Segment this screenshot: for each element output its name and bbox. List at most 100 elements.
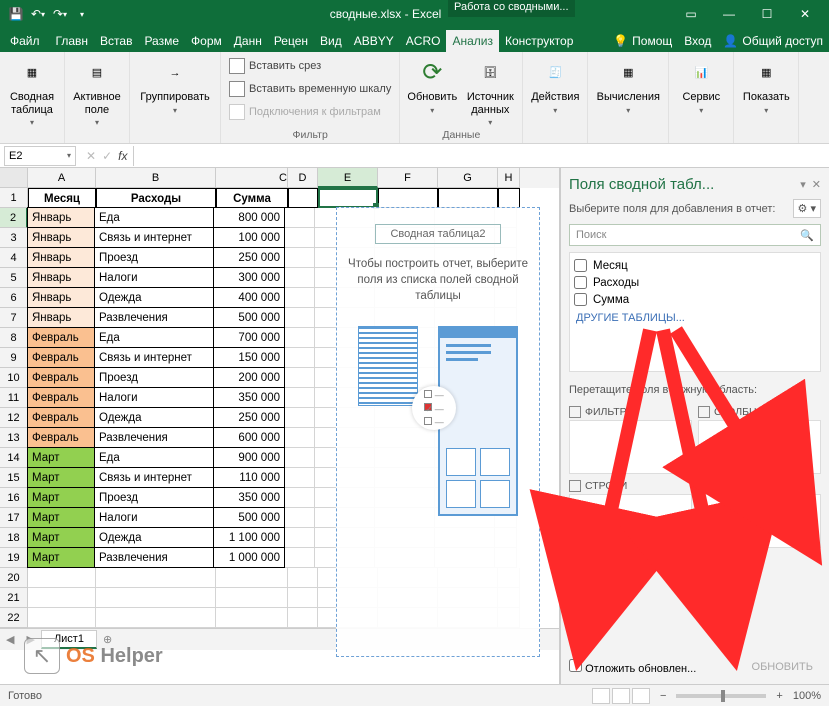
cell[interactable]: [285, 448, 315, 468]
cell-amount[interactable]: 1 000 000: [213, 547, 285, 568]
row-head[interactable]: 5: [0, 268, 28, 288]
row-head[interactable]: 4: [0, 248, 28, 268]
cell-amount[interactable]: 100 000: [213, 227, 285, 248]
row-head[interactable]: 8: [0, 328, 28, 348]
row-head[interactable]: 14: [0, 448, 28, 468]
cell[interactable]: [438, 188, 498, 208]
pivot-table-button[interactable]: ▦Сводная таблица▾: [6, 55, 58, 141]
cell-expense[interactable]: Развлечения: [94, 427, 214, 448]
cancel-formula-icon[interactable]: ✕: [86, 149, 96, 163]
worksheet-area[interactable]: A B C D E F G H 1МесяцРасходыСумма2Январ…: [0, 168, 560, 684]
col-head-e[interactable]: E: [318, 168, 378, 188]
tab-layout[interactable]: Разме: [138, 30, 185, 52]
actions-button[interactable]: 🧾Действия▾: [529, 55, 581, 141]
tab-login[interactable]: Вход: [678, 30, 717, 52]
cell-expense[interactable]: Проезд: [94, 487, 214, 508]
save-icon[interactable]: 💾: [6, 4, 26, 24]
cell[interactable]: [285, 348, 315, 368]
row-head[interactable]: 16: [0, 488, 28, 508]
cell-month[interactable]: Январь: [27, 287, 95, 308]
cell[interactable]: [288, 608, 318, 628]
qat-customize-icon[interactable]: ▾: [72, 4, 92, 24]
tools-button[interactable]: 📊Сервис▾: [675, 55, 727, 141]
cell-month[interactable]: Январь: [27, 227, 95, 248]
cell[interactable]: [288, 188, 318, 208]
zoom-slider[interactable]: [676, 694, 766, 698]
cell-amount[interactable]: 350 000: [213, 387, 285, 408]
cell[interactable]: [285, 508, 315, 528]
cell[interactable]: [318, 188, 378, 208]
fx-icon[interactable]: fx: [118, 149, 127, 163]
cell-expense[interactable]: Развлечения: [94, 547, 214, 568]
row-head[interactable]: 3: [0, 228, 28, 248]
undo-icon[interactable]: ↶▾: [28, 4, 48, 24]
zoom-level[interactable]: 100%: [793, 690, 821, 702]
calculations-button[interactable]: ▦Вычисления▾: [594, 55, 662, 141]
cell-expense[interactable]: Одежда: [94, 527, 214, 548]
field-expenses-checkbox[interactable]: [574, 276, 587, 289]
cell[interactable]: [96, 568, 216, 588]
active-field-button[interactable]: ▤Активное поле▾: [71, 55, 123, 141]
cell[interactable]: [378, 188, 438, 208]
view-break-icon[interactable]: [632, 688, 650, 704]
col-head-a[interactable]: A: [28, 168, 96, 188]
cell[interactable]: [285, 328, 315, 348]
other-tables-link[interactable]: ДРУГИЕ ТАБЛИЦЫ...: [574, 312, 816, 324]
row-head[interactable]: 15: [0, 468, 28, 488]
cell[interactable]: [285, 388, 315, 408]
cell-amount[interactable]: 350 000: [213, 487, 285, 508]
header-month[interactable]: Месяц: [28, 188, 96, 208]
close-icon[interactable]: ✕: [787, 0, 823, 28]
cell-amount[interactable]: 400 000: [213, 287, 285, 308]
col-head-f[interactable]: F: [378, 168, 438, 188]
tab-file[interactable]: Файл: [0, 30, 50, 52]
cell-expense[interactable]: Связь и интернет: [94, 227, 214, 248]
cell-expense[interactable]: Проезд: [94, 367, 214, 388]
field-pane-gear-icon[interactable]: ⚙ ▾: [793, 199, 821, 218]
cell[interactable]: [28, 588, 96, 608]
row-head[interactable]: 9: [0, 348, 28, 368]
row-head[interactable]: 21: [0, 588, 28, 608]
field-search-input[interactable]: Поиск🔍: [569, 224, 821, 246]
cell-month[interactable]: Март: [27, 527, 95, 548]
cell[interactable]: [28, 568, 96, 588]
col-head-h[interactable]: H: [498, 168, 520, 188]
columns-drop-area[interactable]: [698, 420, 821, 474]
cell-amount[interactable]: 250 000: [213, 247, 285, 268]
cell-expense[interactable]: Связь и интернет: [94, 347, 214, 368]
group-button[interactable]: →Группировать▾: [136, 55, 214, 141]
refresh-button[interactable]: ⟳Обновить▾: [406, 55, 458, 129]
header-amount[interactable]: Сумма: [216, 188, 288, 208]
redo-icon[interactable]: ↷▾: [50, 4, 70, 24]
field-pane-dropdown-icon[interactable]: ▾: [800, 178, 806, 191]
cell[interactable]: [216, 568, 288, 588]
cell-expense[interactable]: Проезд: [94, 247, 214, 268]
col-head-d[interactable]: D: [288, 168, 318, 188]
cell[interactable]: [285, 288, 315, 308]
tab-insert[interactable]: Встав: [94, 30, 138, 52]
row-head[interactable]: 22: [0, 608, 28, 628]
cell-month[interactable]: Январь: [27, 207, 95, 228]
maximize-icon[interactable]: ☐: [749, 0, 785, 28]
row-head[interactable]: 19: [0, 548, 28, 568]
zoom-out-icon[interactable]: −: [660, 690, 666, 702]
cell-month[interactable]: Февраль: [27, 407, 95, 428]
minimize-icon[interactable]: —: [711, 0, 747, 28]
cell-amount[interactable]: 110 000: [213, 467, 285, 488]
cell-expense[interactable]: Налоги: [94, 267, 214, 288]
cell[interactable]: [285, 308, 315, 328]
cell-expense[interactable]: Налоги: [94, 507, 214, 528]
field-pane-close-icon[interactable]: ✕: [812, 178, 821, 191]
insert-slicer-button[interactable]: Вставить срез: [227, 55, 393, 77]
row-head[interactable]: 10: [0, 368, 28, 388]
cell-amount[interactable]: 500 000: [213, 307, 285, 328]
insert-timeline-button[interactable]: Вставить временную шкалу: [227, 78, 393, 100]
cell-amount[interactable]: 150 000: [213, 347, 285, 368]
cell[interactable]: [285, 228, 315, 248]
cell-amount[interactable]: 900 000: [213, 447, 285, 468]
field-expenses[interactable]: Расходы: [574, 274, 816, 291]
view-page-icon[interactable]: [612, 688, 630, 704]
cell-amount[interactable]: 800 000: [213, 207, 285, 228]
field-amount-checkbox[interactable]: [574, 293, 587, 306]
tab-view[interactable]: Вид: [314, 30, 348, 52]
